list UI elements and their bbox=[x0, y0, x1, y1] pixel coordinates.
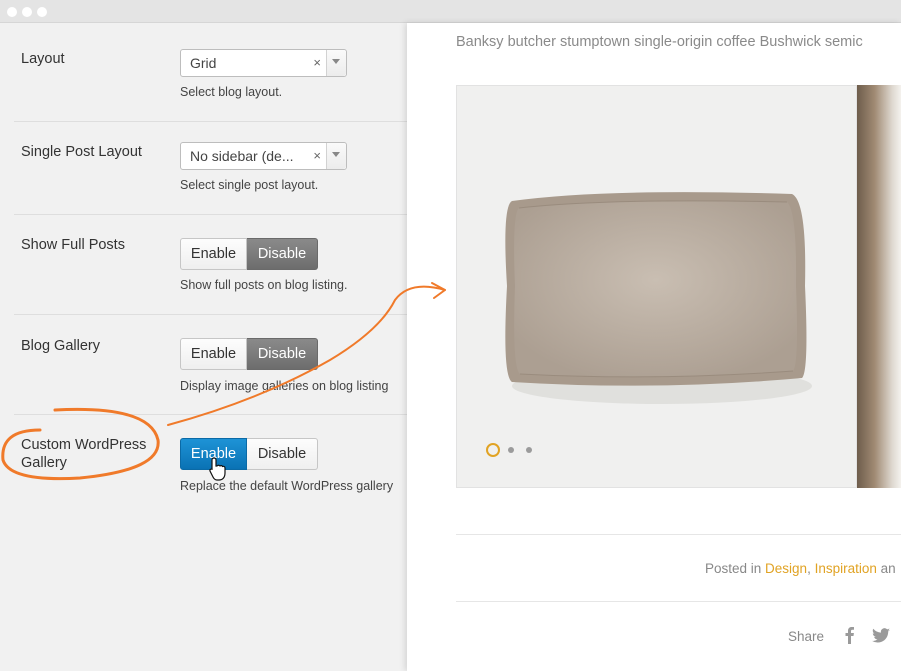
arrow-head-icon bbox=[431, 282, 446, 299]
hand-cursor-icon bbox=[209, 457, 226, 481]
annotation-overlay bbox=[1, 282, 446, 481]
annotation-arrow bbox=[167, 285, 446, 426]
annotation-circle bbox=[1, 407, 160, 481]
